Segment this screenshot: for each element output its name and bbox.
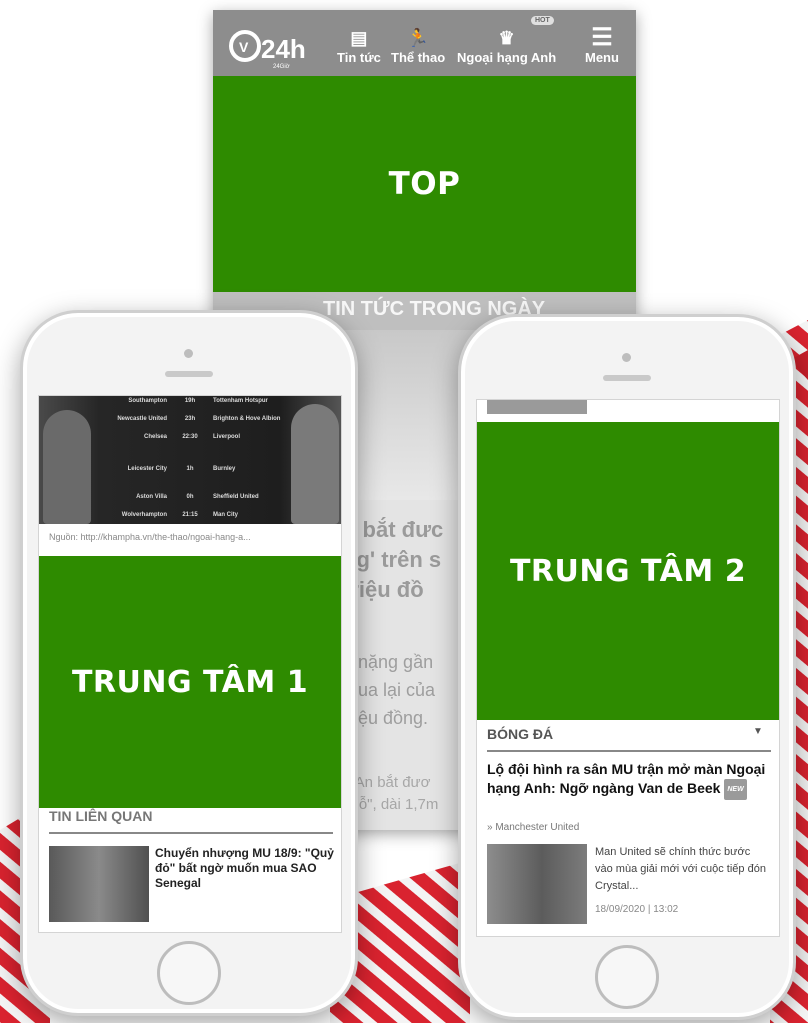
hamburger-icon: ☰ [591,24,613,51]
premier-league-lion-icon: ♛ [498,28,515,48]
fixture-row: Wolverhampton 21:15 Man City [121,512,239,518]
top-navigation-bar: V 24h 24Giờ ▤ Tin tức 🏃 Thể thao ♛ Ngoại… [213,10,636,76]
new-badge: NEW [724,779,747,800]
article-tag[interactable]: » Manchester United [487,822,579,833]
fixture-image: Southampton 19h Tottenham Hotspur Newcastl… [39,396,341,524]
cut-off-thumbnail [487,400,587,414]
newspaper-icon: ▤ [350,28,368,48]
fixture-row: Aston Villa 0h Sheffield United [136,494,259,500]
player-image [43,410,91,524]
front-camera [622,353,631,362]
article-thumbnail[interactable] [487,844,587,924]
article-title[interactable]: Lộ đội hình ra sân MU trận mở màn Ngoại … [487,760,773,800]
image-source[interactable]: Nguồn: http://khampha.vn/the-thao/ngoai-… [49,532,331,542]
related-thumbnail[interactable] [49,846,149,922]
article-date: 18/09/2020 | 13:02 [595,904,679,915]
divider [49,832,333,834]
fixture-row: Newcastle United 23h Brighton & Hove Albio… [117,416,281,422]
fixture-row: Chelsea 22:30 Liverpool [143,434,241,440]
chevron-down-icon[interactable]: ▼ [753,726,763,737]
nav-label: Tin tức [337,50,381,65]
hot-badge: HOT [531,16,554,25]
home-button[interactable] [157,941,221,1005]
nav-ngoai-hang-anh[interactable]: ♛ Ngoại hạng Anh [457,26,556,65]
left-phone: Southampton 19h Tottenham Hotspur Newcastl… [20,310,358,1016]
center-ad-slot-1[interactable]: TRUNG TÂM 1 [39,556,341,808]
logo-text: 24h [261,34,306,64]
nav-label: Ngoại hạng Anh [457,50,557,65]
nav-menu[interactable]: ☰ Menu [585,24,619,66]
right-phone-screen: TRUNG TÂM 2 BÓNG ĐÁ ▼ Lộ đội hình ra sân… [476,399,780,937]
center-ad-slot-2[interactable]: TRUNG TÂM 2 [477,422,779,720]
related-news-header: TIN LIÊN QUAN [49,808,153,824]
nav-label: Menu [585,50,619,65]
home-button[interactable] [595,945,659,1009]
speaker [603,375,651,381]
left-phone-screen: Southampton 19h Tottenham Hotspur Newcastl… [38,395,342,933]
fixture-row: Southampton 19h Tottenham Hotspur [128,398,268,404]
right-phone: TRUNG TÂM 2 BÓNG ĐÁ ▼ Lộ đội hình ra sân… [458,314,796,1020]
fixture-row: Leicester City 1h Burnley [127,466,236,472]
nav-tin-tuc[interactable]: ▤ Tin tức [337,26,381,65]
24h-logo[interactable]: V 24h 24Giờ [227,24,307,74]
svg-text:V: V [239,39,249,55]
running-icon: 🏃 [406,28,430,48]
divider [487,750,771,752]
player-image [291,404,339,524]
front-camera [184,349,193,358]
nav-label: Thể thao [391,50,446,65]
article-description: Man United sẽ chính thức bước vào mùa gi… [595,846,766,892]
logo-subtext: 24Giờ [273,64,290,70]
category-header[interactable]: BÓNG ĐÁ [487,726,553,742]
top-ad-slot[interactable]: TOP [213,76,636,292]
related-article-title[interactable]: Chuyển nhượng MU 18/9: "Quỷ đỏ" bất ngờ … [155,846,335,891]
speaker [165,371,213,377]
nav-the-thao[interactable]: 🏃 Thể thao [391,26,445,65]
